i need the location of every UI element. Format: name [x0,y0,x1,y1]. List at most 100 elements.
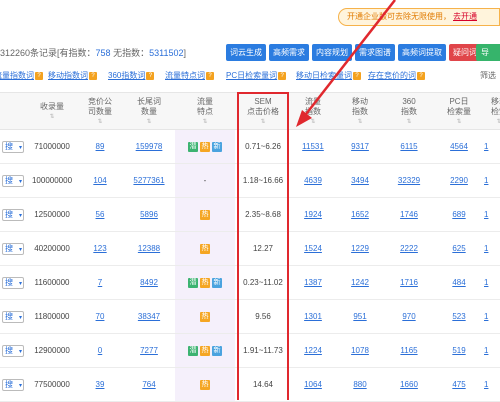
cell-i360[interactable]: 1165 [384,334,434,368]
cell-idx[interactable]: 1224 [290,334,336,368]
cell-i360[interactable]: 32329 [384,164,434,198]
cell-long[interactable]: 5896 [124,198,174,232]
header-long[interactable]: 长尾词 数量 ⇅ [124,93,174,130]
select-label: 搜 [5,176,13,185]
filter-mobile-daily[interactable]: 移动日检索量词? [296,70,361,81]
header-shoulu[interactable]: 收录量 ⇅ [28,93,76,130]
sort-icon[interactable]: ⇅ [406,117,411,127]
cell-long[interactable]: 159978 [124,130,174,164]
cell-pc[interactable]: 625 [434,232,484,266]
sort-icon[interactable]: ⇅ [146,117,151,127]
cell-i360[interactable]: 970 [384,300,434,334]
upgrade-link[interactable]: 去开通 [453,12,477,21]
filter-mobile-index[interactable]: 移动指数词? [48,70,97,81]
cell-idx[interactable]: 4639 [290,164,336,198]
cell-mobile[interactable]: 1078 [336,334,384,368]
sort-icon[interactable]: ⇅ [357,117,362,127]
cell-last[interactable]: 1 [484,266,500,300]
sort-icon[interactable]: ⇅ [456,117,461,127]
cell-pc[interactable]: 689 [434,198,484,232]
filter-360-index[interactable]: 360指数词? [108,70,155,81]
header-bid[interactable]: 竞价公 司数量 ⇅ [76,93,124,130]
cell-mobile[interactable]: 3494 [336,164,384,198]
cell-bid[interactable]: 39 [76,368,124,402]
search-engine-select[interactable]: 搜 ▾ [2,243,24,255]
cell-last[interactable]: 1 [484,164,500,198]
cell-last[interactable]: 1 [484,300,500,334]
cell-last[interactable]: 1 [484,334,500,368]
search-engine-select[interactable]: 搜 ▾ [2,141,24,153]
cell-i360[interactable]: 1746 [384,198,434,232]
cell-bid[interactable]: 7 [76,266,124,300]
cell-last[interactable]: 1 [484,198,500,232]
sort-icon[interactable]: ⇅ [202,117,207,127]
cell-pc[interactable]: 523 [434,300,484,334]
sort-icon[interactable]: ⇅ [49,112,54,122]
word-cloud-button[interactable]: 词云生成 [226,44,266,61]
cell-long[interactable]: 12388 [124,232,174,266]
chevron-down-icon: ▾ [18,213,22,219]
cell-long[interactable]: 7277 [124,334,174,368]
header-i360[interactable]: 360 指数 ⇅ [384,93,434,130]
cell-mobile[interactable]: 951 [336,300,384,334]
cell-long[interactable]: 38347 [124,300,174,334]
cell-idx[interactable]: 11531 [290,130,336,164]
filter-right[interactable]: 筛选 [480,70,496,81]
filter-bidding[interactable]: 存在竞价的词? [368,70,425,81]
cell-mobile[interactable]: 880 [336,368,384,402]
cell-mobile[interactable]: 9317 [336,130,384,164]
cell-mobile[interactable]: 1652 [336,198,384,232]
cell-bid[interactable]: 89 [76,130,124,164]
content-plan-button[interactable]: 内容规划 [312,44,352,61]
sort-icon[interactable]: ⇅ [310,117,315,127]
cell-idx[interactable]: 1924 [290,198,336,232]
cell-last[interactable]: 1 [484,368,500,402]
header-idx[interactable]: 流量 指数 ⇅ [290,93,336,130]
header-pc[interactable]: PC日 检索量 ⇅ [434,93,484,130]
cell-i360[interactable]: 1716 [384,266,434,300]
sort-icon[interactable]: ⇅ [97,117,102,127]
filter-flow-index[interactable]: 流量指数词? [0,70,43,81]
export-button[interactable]: 导 [476,44,500,61]
cell-i360[interactable]: 6115 [384,130,434,164]
header-last[interactable]: 移动检索⇅ [484,93,500,130]
cell-bid[interactable]: 0 [76,334,124,368]
cell-mobile[interactable]: 1229 [336,232,384,266]
cell-idx[interactable]: 1064 [290,368,336,402]
search-engine-select[interactable]: 搜 ▾ [2,311,24,323]
high-freq-extract-button[interactable]: 高频词提取 [398,44,446,61]
search-engine-select[interactable]: 搜 ▾ [2,209,24,221]
search-engine-select[interactable]: 搜 ▾ [2,175,24,187]
cell-last[interactable]: 1 [484,130,500,164]
cell-bid[interactable]: 70 [76,300,124,334]
search-engine-select[interactable]: 搜 ▾ [2,345,24,357]
cell-idx[interactable]: 1301 [290,300,336,334]
cell-pc[interactable]: 484 [434,266,484,300]
cell-bid[interactable]: 56 [76,198,124,232]
search-engine-select[interactable]: 搜 ▾ [2,379,24,391]
sort-icon[interactable]: ⇅ [496,117,500,127]
cell-long[interactable]: 764 [124,368,174,402]
cell-bid[interactable]: 104 [76,164,124,198]
cell-idx[interactable]: 1524 [290,232,336,266]
demand-graph-button[interactable]: 需求图谱 [355,44,395,61]
cell-last[interactable]: 1 [484,232,500,266]
cell-mobile[interactable]: 1242 [336,266,384,300]
high-freq-demand-button[interactable]: 高频需求 [269,44,309,61]
cell-pc[interactable]: 475 [434,368,484,402]
cell-long[interactable]: 5277361 [124,164,174,198]
filter-pc-daily[interactable]: PC日检索量词? [226,70,287,81]
cell-pc[interactable]: 4564 [434,130,484,164]
search-engine-select[interactable]: 搜 ▾ [2,277,24,289]
header-mobile[interactable]: 移动 指数 ⇅ [336,93,384,130]
cell-i360[interactable]: 2222 [384,232,434,266]
header-feature[interactable]: 流量 特点 ⇅ [175,93,235,130]
cell-long[interactable]: 8492 [124,266,174,300]
cell-pc[interactable]: 2290 [434,164,484,198]
cell-i360[interactable]: 1660 [384,368,434,402]
cell-pc[interactable]: 519 [434,334,484,368]
potential-tag: 潜 [188,141,198,152]
cell-bid[interactable]: 123 [76,232,124,266]
filter-flow-feature[interactable]: 流量特点词? [165,70,214,81]
cell-idx[interactable]: 1387 [290,266,336,300]
